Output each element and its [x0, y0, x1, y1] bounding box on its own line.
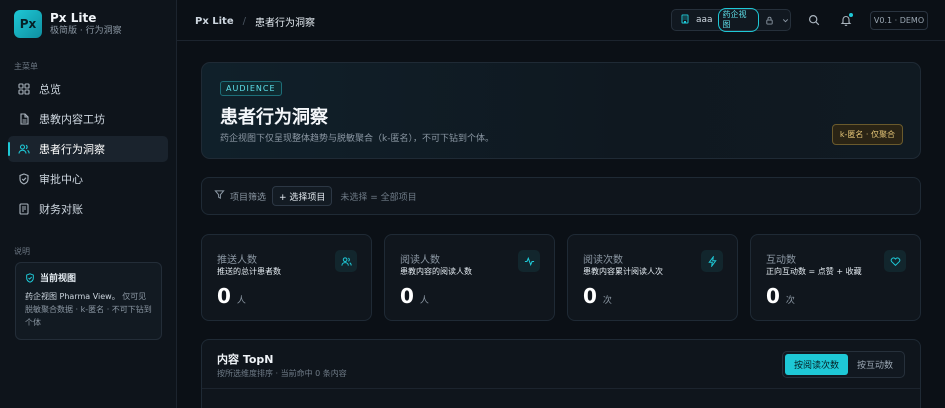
- stat-value: 0: [217, 284, 231, 308]
- k-anonymity-badge: k-匿名 · 仅聚合: [831, 124, 903, 145]
- current-view-description: 药企视图 Pharma View。 仅可见脱敏聚合数据 · k-匿名 · 不可下…: [25, 292, 152, 327]
- shield-icon: [18, 173, 30, 185]
- current-view-title: 当前视图: [40, 274, 77, 284]
- breadcrumb-separator: /: [242, 16, 246, 27]
- breadcrumb: Px Lite / 患者行为洞察: [195, 14, 315, 29]
- filter-status: 未选择 = 全部项目: [340, 192, 417, 203]
- stat-subtitle: 患教内容的阅读人数: [400, 267, 472, 276]
- stat-subtitle: 患教内容累计阅读人次: [583, 267, 663, 276]
- sort-toggle: 按阅读次数 按互动数: [781, 351, 905, 378]
- filter-icon: [214, 189, 225, 203]
- lock-icon: [765, 16, 774, 25]
- project-filter-bar: 项目筛选 + 选择项目 未选择 = 全部项目: [201, 177, 921, 215]
- notification-dot: [849, 13, 853, 17]
- app-logo: Px: [14, 10, 42, 38]
- stat-card-interactions: 互动数 正向互动数 = 点赞 + 收藏 0 次: [750, 234, 921, 321]
- stat-value: 0: [400, 284, 414, 308]
- sidebar-item-label: 患者行为洞察: [39, 143, 105, 156]
- current-view-card: 当前视图 药企视图 Pharma View。 仅可见脱敏聚合数据 · k-匿名 …: [15, 262, 162, 340]
- sidebar-item-content-studio[interactable]: 患教内容工坊: [8, 106, 168, 132]
- breadcrumb-root[interactable]: Px Lite: [195, 16, 234, 27]
- section-label-note: 说明: [14, 247, 30, 256]
- document-icon: [18, 113, 30, 125]
- stat-unit: 次: [602, 296, 612, 306]
- sidebar-item-patient-insights[interactable]: 患者行为洞察: [8, 136, 168, 162]
- select-project-button[interactable]: + 选择项目: [272, 186, 333, 206]
- stats-row: 推送人数 推送的总计患者数 0 人 阅读人数 患教内容的阅读人数 0 人 阅读次…: [201, 234, 922, 321]
- stat-unit: 人: [236, 296, 246, 306]
- section-label-main-menu: 主菜单: [14, 62, 38, 71]
- divider: [202, 388, 920, 389]
- user-menu[interactable]: aaa 药企视图: [671, 8, 791, 32]
- grid-icon: [18, 83, 30, 95]
- sidebar: Px Px Lite 极简版 · 行为洞察 主菜单 总览 患教内容工坊 患者行为…: [0, 0, 177, 408]
- sidebar-item-overview[interactable]: 总览: [8, 76, 168, 102]
- stat-unit: 人: [419, 296, 429, 306]
- role-badge: 药企视图: [717, 8, 759, 32]
- search-button[interactable]: [807, 13, 821, 27]
- hero-banner: AUDIENCE 患者行为洞察 药企视图下仅呈现整体趋势与脱敏聚合（k-匿名），…: [201, 62, 921, 159]
- sidebar-item-label: 患教内容工坊: [39, 113, 105, 126]
- top-header: Px Lite / 患者行为洞察 aaa 药企视图 V0.1 · DEMO: [177, 0, 945, 41]
- app-subtitle: 极简版 · 行为洞察: [50, 26, 122, 36]
- topn-subtitle: 按所选维度排序 · 当前命中 0 条内容: [217, 369, 347, 378]
- search-icon: [808, 14, 820, 26]
- stat-value: 0: [583, 284, 597, 308]
- stat-title: 推送人数: [217, 255, 257, 266]
- version-badge: V0.1 · DEMO: [870, 11, 928, 30]
- users-icon: [335, 250, 357, 272]
- notifications-button[interactable]: [839, 13, 853, 27]
- sidebar-item-finance[interactable]: 财务对账: [8, 196, 168, 222]
- chevron-down-icon: [781, 16, 790, 25]
- sidebar-item-label: 总览: [39, 83, 61, 96]
- building-icon: [680, 14, 690, 27]
- page-description: 药企视图下仅呈现整体趋势与脱敏聚合（k-匿名），不可下钻到个体。: [220, 134, 494, 144]
- stat-value: 0: [766, 284, 780, 308]
- users-icon: [18, 143, 30, 155]
- sidebar-item-label: 审批中心: [39, 173, 83, 186]
- page-title: 患者行为洞察: [220, 107, 328, 128]
- content-topn-panel: 内容 TopN 按所选维度排序 · 当前命中 0 条内容 按阅读次数 按互动数: [201, 339, 921, 408]
- shield-icon: [26, 272, 34, 283]
- app-name: Px Lite: [50, 11, 97, 25]
- stat-card-push-count: 推送人数 推送的总计患者数 0 人: [201, 234, 372, 321]
- stat-title: 阅读人数: [400, 255, 440, 266]
- stat-title: 阅读次数: [583, 255, 623, 266]
- stat-subtitle: 推送的总计患者数: [217, 267, 281, 276]
- ledger-icon: [18, 203, 30, 215]
- topn-title: 内容 TopN: [217, 353, 274, 366]
- breadcrumb-current: 患者行为洞察: [255, 18, 315, 29]
- stat-card-read-times: 阅读次数 患教内容累计阅读人次 0 次: [567, 234, 738, 321]
- stat-subtitle: 正向互动数 = 点赞 + 收藏: [766, 267, 862, 276]
- user-name: aaa: [696, 15, 713, 25]
- audience-tag: AUDIENCE: [220, 81, 282, 96]
- sidebar-item-label: 财务对账: [39, 203, 83, 216]
- activity-icon: [518, 250, 540, 272]
- heart-icon: [884, 250, 906, 272]
- sort-by-interactions-button[interactable]: 按互动数: [848, 354, 902, 375]
- filter-label: 项目筛选: [230, 192, 267, 203]
- main-nav: 总览 患教内容工坊 患者行为洞察 审批中心 财务对账: [8, 76, 168, 226]
- zap-icon: [701, 250, 723, 272]
- stat-unit: 次: [785, 296, 795, 306]
- stat-title: 互动数: [766, 255, 796, 266]
- sort-by-reads-button[interactable]: 按阅读次数: [784, 354, 848, 375]
- sidebar-item-approval-center[interactable]: 审批中心: [8, 166, 168, 192]
- stat-card-reader-count: 阅读人数 患教内容的阅读人数 0 人: [384, 234, 555, 321]
- brand[interactable]: Px Px Lite 极简版 · 行为洞察: [14, 10, 122, 38]
